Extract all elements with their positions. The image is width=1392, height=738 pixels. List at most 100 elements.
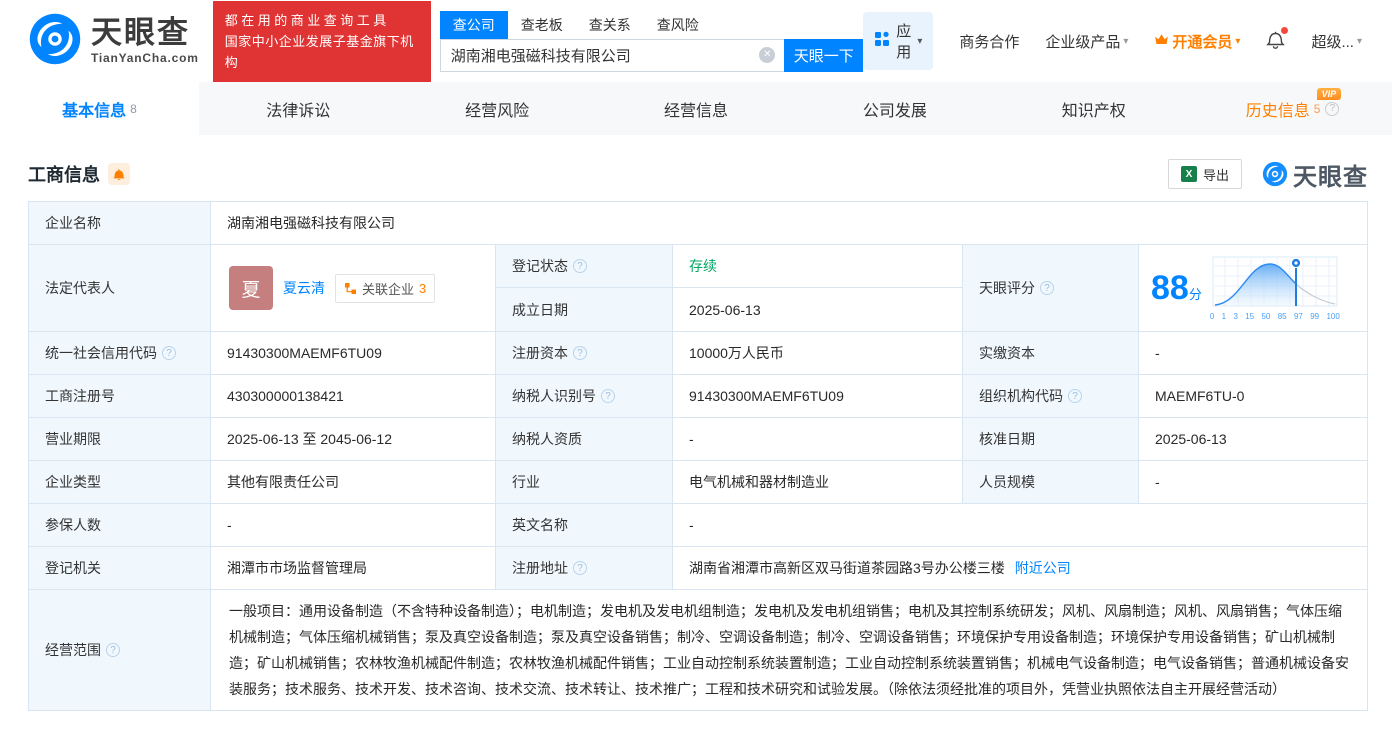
field-company-name-value: 湖南湘电强磁科技有限公司 [227,215,395,231]
notification-bell-icon[interactable] [1266,27,1289,53]
score-axis: 0 1 3 15 50 85 97 99 100 [1209,311,1340,321]
tianyan-score: 88分 0 1 3 15 50 85 97 99 100 [1139,245,1367,331]
top-nav: 应用 ▾ 商务合作 企业级产品 ▾ 开通会员 ▾ 超级... ▾ [863,12,1362,70]
org-chart-icon [345,282,356,294]
top-header: 天眼查 TianYanCha.com 都在用的商业查询工具 国家中小企业发展子基… [0,0,1392,82]
apps-menu-button[interactable]: 应用 ▾ [863,12,934,70]
table-row: 登记机关 湘潭市市场监督管理局 注册地址 ? 湖南省湘潭市高新区双马街道茶园路3… [29,547,1367,590]
search-tab-relation[interactable]: 查关系 [576,11,644,39]
field-staff-size-value: - [1155,474,1160,490]
clear-input-icon[interactable]: ✕ [759,46,776,63]
vip-badge: VIP [1316,88,1342,100]
page-tabbar: 基本信息 8 法律诉讼 经营风险 经营信息 公司发展 知识产权 VIP 历史信息… [0,82,1392,135]
help-icon[interactable]: ? [162,346,176,360]
field-industry-value: 电气机械和器材制造业 [673,461,963,503]
apps-label: 应用 [896,23,912,61]
apps-grid-icon [874,31,890,51]
field-business-term-value: 2025-06-13 至 2045-06-12 [211,418,496,460]
tianyancha-logo[interactable]: 天眼查 TianYanCha.com [28,12,199,71]
nav-enterprise-label: 企业级产品 [1045,33,1121,51]
help-icon[interactable]: ? [601,389,615,403]
table-row: 参保人数 - 英文名称 - [29,504,1367,547]
tab-label: 基本信息 [62,102,127,120]
help-icon[interactable]: ? [1040,281,1054,295]
field-legal-rep-label: 法定代表人 [29,245,211,331]
watermark-text: 天眼查 [1293,163,1368,191]
field-business-scope-label: 经营范围 ? [29,590,211,710]
tab-basic-info[interactable]: 基本信息 8 [0,82,199,135]
tab-operation-info[interactable]: 经营信息 [597,82,796,135]
field-english-name-label: 英文名称 [496,504,673,546]
field-org-code-label: 组织机构代码 ? [963,375,1139,417]
field-reg-address-label: 注册地址 ? [496,547,673,589]
field-business-scope-value: 一般项目：通用设备制造（不含特种设备制造）；电机制造；发电机及发电机组制造；发电… [229,603,1349,697]
tab-legal-proceedings[interactable]: 法律诉讼 [199,82,398,135]
legal-rep-name-link[interactable]: 夏云清 [283,278,325,298]
field-approval-date-label: 核准日期 [963,418,1139,460]
help-icon[interactable]: ? [573,346,587,360]
field-reg-capital-value: 10000万人民币 [673,332,963,374]
slogan-line1: 都在用的商业查询工具 [224,12,390,28]
related-companies-badge[interactable]: 关联企业 3 [335,273,436,303]
field-reg-number-value: 430300000138421 [211,375,496,417]
field-reg-authority-label: 登记机关 [29,547,211,589]
tab-label: 经营风险 [465,102,530,120]
tab-label: 知识产权 [1061,102,1126,120]
search-button[interactable]: 天眼一下 [784,38,864,72]
subscribe-bell-icon[interactable] [108,163,130,185]
table-row: 法定代表人 夏 夏云清 关联企业 3 登记状态 ? 存续 成立日期 2025-0… [29,245,1367,332]
search-tab-company[interactable]: 查公司 [439,10,508,39]
table-row: 营业期限 2025-06-13 至 2045-06-12 纳税人资质 - 核准日… [29,418,1367,461]
export-button[interactable]: X 导出 [1167,159,1242,189]
field-score-label: 天眼评分 ? [963,245,1139,331]
vip-label: 开通会员 [1172,33,1233,51]
table-row: 企业类型 其他有限责任公司 行业 电气机械和器材制造业 人员规模 - [29,461,1367,504]
address-text: 湖南省湘潭市高新区双马街道茶园路3号办公楼三楼 [689,560,1005,576]
tab-operation-risk[interactable]: 经营风险 [398,82,597,135]
export-label: 导出 [1202,167,1229,183]
field-taxpayer-quality-label: 纳税人资质 [496,418,673,460]
nearby-companies-link[interactable]: 附近公司 [1015,558,1071,578]
nav-cooperation[interactable]: 商务合作 [959,31,1019,52]
related-companies-label: 关联企业 [362,281,415,297]
field-staff-size-label: 人员规模 [963,461,1139,503]
score-value: 88 [1151,269,1189,307]
field-org-code-value: MAEMF6TU-0 [1155,388,1245,404]
field-taxpayer-id-value: 91430300MAEMF6TU09 [673,375,963,417]
help-icon[interactable]: ? [1325,101,1340,116]
section-header: 工商信息 X 导出 天眼查 [28,159,1368,191]
user-label: 超级... [1311,33,1354,51]
search-input[interactable] [439,38,785,72]
help-icon[interactable]: ? [1068,389,1082,403]
tianyancha-logo-icon [28,12,82,71]
score-distribution-chart: 0 1 3 15 50 85 97 99 100 [1210,256,1340,321]
nav-user-account[interactable]: 超级... ▾ [1311,31,1362,52]
search-tabs: 查公司 查老板 查关系 查风险 [439,10,864,39]
field-insured-count-value: - [211,504,496,546]
help-icon[interactable]: ? [573,561,587,575]
nav-open-vip[interactable]: 开通会员 ▾ [1154,31,1240,52]
tab-count: 8 [130,101,137,116]
help-icon[interactable]: ? [106,643,120,657]
field-taxpayer-id-label: 纳税人识别号 ? [496,375,673,417]
tab-intellectual-property[interactable]: 知识产权 [994,82,1193,135]
notification-red-dot [1281,27,1289,34]
field-credit-code-label: 统一社会信用代码 ? [29,332,211,374]
search-tab-risk[interactable]: 查风险 [644,11,712,39]
search-tab-boss[interactable]: 查老板 [508,11,576,39]
chevron-down-icon: ▾ [1235,35,1241,47]
field-reg-status-label: 登记状态 ? [496,245,673,288]
nav-enterprise-products[interactable]: 企业级产品 ▾ [1045,31,1128,52]
help-icon[interactable]: ? [573,259,587,273]
slogan-line2: 国家中小企业发展子基金旗下机构 [224,33,414,70]
tab-company-development[interactable]: 公司发展 [795,82,994,135]
legal-rep-avatar[interactable]: 夏 [229,266,273,310]
field-reg-address-value: 湖南省湘潭市高新区双马街道茶园路3号办公楼三楼 附近公司 [673,547,1367,589]
table-row: 企业名称 湖南湘电强磁科技有限公司 [29,202,1367,245]
field-reg-number-label: 工商注册号 [29,375,211,417]
tab-history-info[interactable]: VIP 历史信息 5 ? [1193,82,1392,135]
vip-crown-icon [1154,33,1169,50]
field-approval-date-value: 2025-06-13 [1155,431,1227,447]
slogan-banner: 都在用的商业查询工具 国家中小企业发展子基金旗下机构 [212,0,431,82]
status-badge: 存续 [689,258,717,274]
